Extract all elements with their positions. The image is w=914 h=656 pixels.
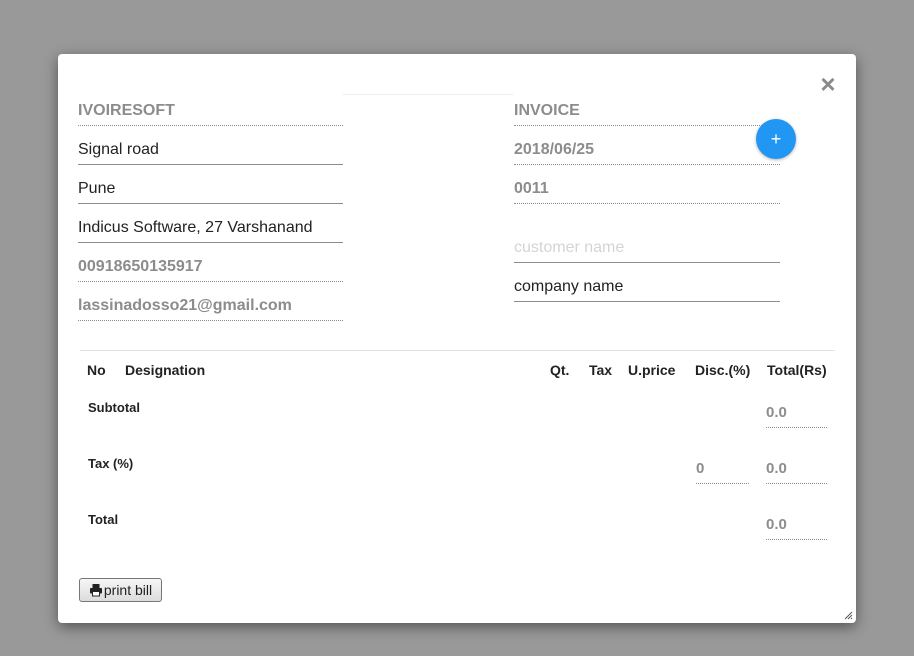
total-value: 0.0 — [766, 510, 827, 540]
table-divider — [80, 350, 835, 351]
header-discount: Disc.(%) — [695, 362, 751, 378]
print-bill-label: print bill — [103, 582, 153, 598]
header-total: Total(Rs) — [767, 362, 827, 378]
printer-icon — [89, 584, 102, 597]
logo-placeholder — [343, 94, 513, 95]
customer-name-input[interactable]: customer name — [514, 231, 780, 263]
print-bill-button[interactable]: print bill — [79, 578, 162, 602]
close-icon[interactable]: × — [818, 71, 838, 97]
seller-street-field[interactable]: Signal road — [78, 133, 343, 165]
header-unit-price: U.price — [628, 362, 676, 378]
invoice-modal: × IVOIRESOFT Signal road Pune Indicus So… — [58, 54, 856, 623]
invoice-number-field[interactable]: 0011 — [514, 172, 780, 204]
seller-company-field[interactable]: IVOIRESOFT — [78, 94, 343, 126]
seller-city-field[interactable]: Pune — [78, 172, 343, 204]
seller-email-field[interactable]: lassinadosso21@gmail.com — [78, 289, 343, 321]
add-item-button[interactable]: + — [756, 119, 796, 159]
seller-address-field[interactable]: Indicus Software, 27 Varshanand — [78, 211, 343, 243]
header-no: No — [87, 362, 106, 378]
invoice-title-field[interactable]: INVOICE — [514, 94, 780, 126]
tax-value: 0.0 — [766, 454, 827, 484]
header-designation: Designation — [125, 362, 206, 378]
header-qty: Qt. — [550, 362, 570, 378]
tax-percent-input[interactable]: 0 — [696, 454, 749, 484]
subtotal-value: 0.0 — [766, 398, 827, 428]
seller-phone-field[interactable]: 00918650135917 — [78, 250, 343, 282]
tax-label: Tax (%) — [88, 456, 134, 471]
total-label: Total — [88, 512, 119, 527]
subtotal-label: Subtotal — [88, 400, 140, 415]
company-name-input[interactable]: company name — [514, 270, 780, 302]
resize-handle-icon[interactable] — [844, 611, 853, 620]
header-tax: Tax — [589, 362, 613, 378]
invoice-date-field[interactable]: 2018/06/25 — [514, 133, 780, 165]
